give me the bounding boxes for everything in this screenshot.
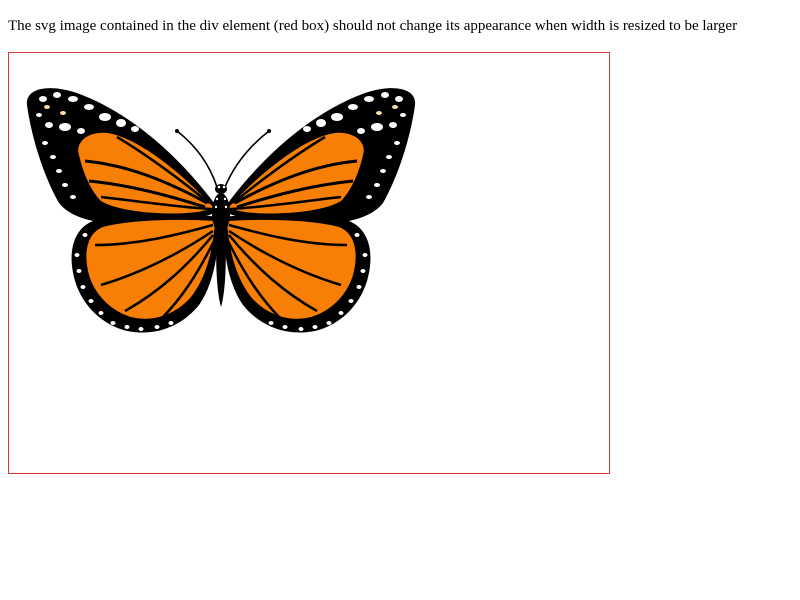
right-hindwing (223, 213, 371, 333)
left-hindwing (71, 213, 219, 333)
svg-container-box (8, 52, 610, 474)
page-caption: The svg image contained in the div eleme… (8, 18, 738, 34)
butterfly-image (26, 88, 416, 333)
left-forewing (26, 88, 221, 225)
right-forewing (222, 88, 416, 225)
